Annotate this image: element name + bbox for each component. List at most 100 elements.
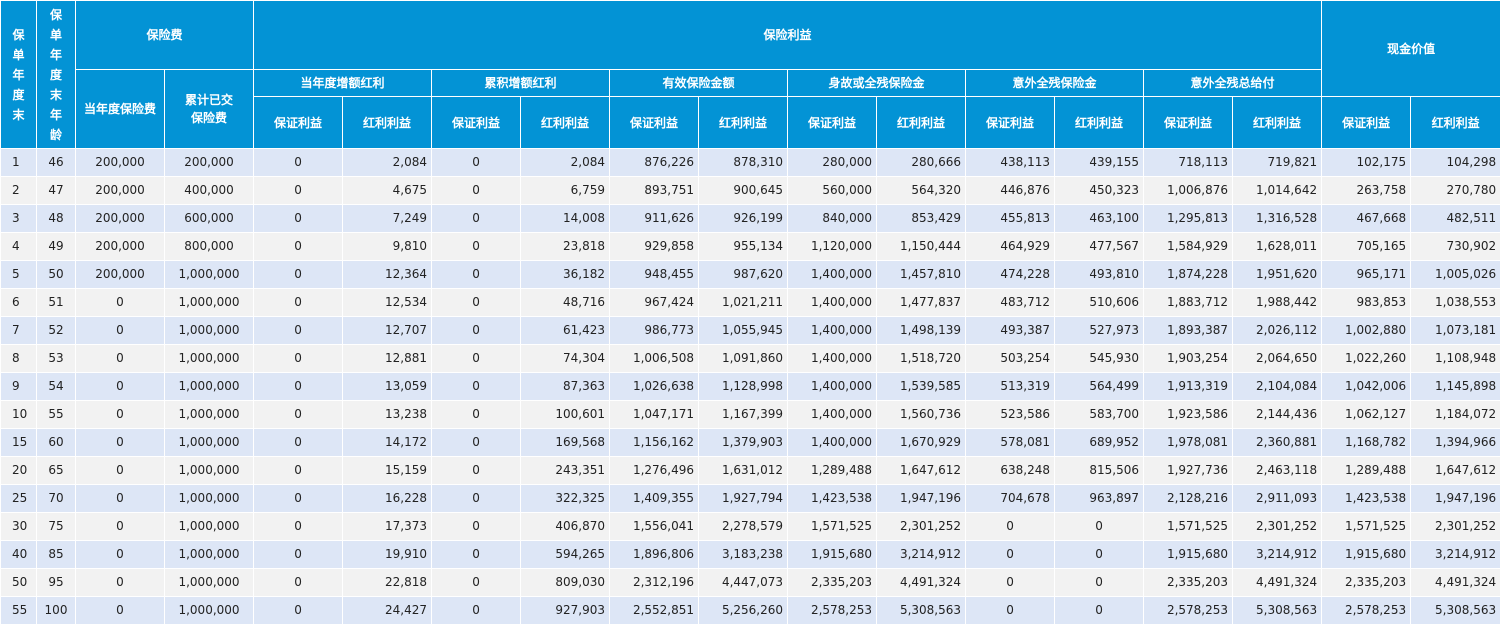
value-cell: 0 [431, 596, 522, 625]
age-cell: 52 [36, 316, 76, 345]
subgroup-header: 意外全残保险金 [965, 69, 1145, 97]
value-cell: 1,556,041 [609, 512, 700, 541]
policy-year-cell: 3 [0, 204, 37, 233]
table-header: 保单年度末 保单年度末年龄 保险费 保险利益 现金价值 当年度保险费 累计已交保… [0, 0, 1501, 149]
value-cell: 74,304 [520, 344, 611, 373]
value-cell: 1,289,488 [1321, 456, 1412, 485]
value-cell: 1,000,000 [163, 260, 255, 289]
value-cell: 0 [75, 428, 165, 457]
value-cell: 2,911,093 [1232, 484, 1323, 513]
value-cell: 2,335,203 [787, 568, 878, 597]
value-cell: 1,584,929 [1143, 232, 1234, 261]
value-cell: 1,005,026 [1410, 260, 1501, 289]
value-cell: 1,295,813 [1143, 204, 1234, 233]
value-cell: 446,876 [965, 176, 1056, 205]
value-cell: 929,858 [609, 232, 700, 261]
value-cell: 104,298 [1410, 148, 1501, 177]
value-cell: 0 [253, 232, 344, 261]
age-cell: 95 [36, 568, 76, 597]
value-cell: 16,228 [342, 484, 433, 513]
value-cell: 986,773 [609, 316, 700, 345]
value-cell: 1,000,000 [163, 456, 255, 485]
value-cell: 927,903 [520, 596, 611, 625]
policy-year-cell: 15 [0, 428, 37, 457]
value-cell: 513,319 [965, 372, 1056, 401]
value-cell: 1,000,000 [163, 288, 255, 317]
value-cell: 1,000,000 [163, 568, 255, 597]
value-cell: 719,821 [1232, 148, 1323, 177]
value-cell: 5,308,563 [876, 596, 967, 625]
value-cell: 450,323 [1054, 176, 1145, 205]
value-cell: 926,199 [698, 204, 789, 233]
value-cell: 1,947,196 [1410, 484, 1501, 513]
value-cell: 493,810 [1054, 260, 1145, 289]
value-cell: 464,929 [965, 232, 1056, 261]
value-cell: 2,301,252 [1410, 512, 1501, 541]
value-cell: 322,325 [520, 484, 611, 513]
value-cell: 0 [1054, 596, 1145, 625]
value-cell: 3,214,912 [1410, 540, 1501, 569]
value-cell: 36,182 [520, 260, 611, 289]
value-cell: 0 [431, 484, 522, 513]
value-cell: 809,030 [520, 568, 611, 597]
value-cell: 4,491,324 [1232, 568, 1323, 597]
value-cell: 1,000,000 [163, 540, 255, 569]
value-cell: 689,952 [1054, 428, 1145, 457]
value-cell: 2,578,253 [1143, 596, 1234, 625]
value-cell: 638,248 [965, 456, 1056, 485]
value-cell: 1,120,000 [787, 232, 878, 261]
value-cell: 878,310 [698, 148, 789, 177]
policy-year-cell: 30 [0, 512, 37, 541]
value-cell: 1,047,171 [609, 400, 700, 429]
value-cell: 0 [965, 512, 1056, 541]
subgroup-header: 累积增额红利 [431, 69, 611, 97]
value-cell: 876,226 [609, 148, 700, 177]
value-cell: 200,000 [75, 176, 165, 205]
value-cell: 0 [431, 372, 522, 401]
value-cell: 483,712 [965, 288, 1056, 317]
age-cell: 75 [36, 512, 76, 541]
value-cell: 12,707 [342, 316, 433, 345]
value-cell: 14,172 [342, 428, 433, 457]
value-cell: 1,145,898 [1410, 372, 1501, 401]
value-cell: 12,881 [342, 344, 433, 373]
table-body: 1 46 200,000 200,000 0 2,084 0 2,084 876,226 878,… [0, 148, 1501, 625]
value-cell: 1,400,000 [787, 288, 878, 317]
value-cell: 1,276,496 [609, 456, 700, 485]
value-cell: 4,491,324 [1410, 568, 1501, 597]
value-cell: 0 [253, 288, 344, 317]
table-row: 30 75 0 1,000,000 0 17,373 0 406,870 1,556,041 2,… [0, 512, 1501, 541]
value-cell: 1,915,680 [1143, 540, 1234, 569]
value-cell: 4,491,324 [876, 568, 967, 597]
value-cell: 3,183,238 [698, 540, 789, 569]
value-cell: 560,000 [787, 176, 878, 205]
value-cell: 455,813 [965, 204, 1056, 233]
guaranteed-benefit-header: 保证利益 [253, 96, 344, 149]
value-cell: 1,168,782 [1321, 428, 1412, 457]
value-cell: 545,930 [1054, 344, 1145, 373]
value-cell: 0 [253, 428, 344, 457]
value-cell: 1,423,538 [1321, 484, 1412, 513]
value-cell: 2,064,650 [1232, 344, 1323, 373]
value-cell: 1,409,355 [609, 484, 700, 513]
value-cell: 200,000 [75, 148, 165, 177]
table-row: 25 70 0 1,000,000 0 16,228 0 322,325 1,409,355 1,… [0, 484, 1501, 513]
value-cell: 482,511 [1410, 204, 1501, 233]
policy-year-cell: 20 [0, 456, 37, 485]
value-cell: 263,758 [1321, 176, 1412, 205]
value-cell: 1,000,000 [163, 344, 255, 373]
value-cell: 0 [431, 288, 522, 317]
value-cell: 0 [253, 568, 344, 597]
guaranteed-benefit-header: 保证利益 [609, 96, 700, 149]
age-cell: 55 [36, 400, 76, 429]
value-cell: 0 [75, 484, 165, 513]
value-cell: 1,477,837 [876, 288, 967, 317]
value-cell: 0 [965, 596, 1056, 625]
value-cell: 718,113 [1143, 148, 1234, 177]
value-cell: 23,818 [520, 232, 611, 261]
policy-year-cell: 6 [0, 288, 37, 317]
value-cell: 1,073,181 [1410, 316, 1501, 345]
value-cell: 900,645 [698, 176, 789, 205]
table-row: 1 46 200,000 200,000 0 2,084 0 2,084 876,226 878,… [0, 148, 1501, 177]
value-cell: 169,568 [520, 428, 611, 457]
